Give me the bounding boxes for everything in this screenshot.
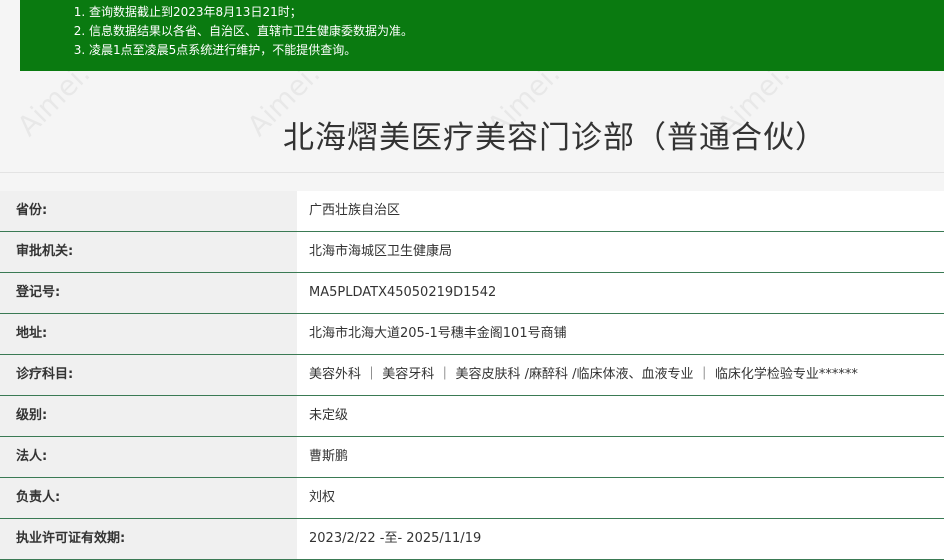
field-label: 级别: [0, 396, 297, 436]
field-value: 广西壮族自治区 [297, 191, 944, 231]
field-value: 2023/2/22 -至- 2025/11/19 [297, 519, 944, 559]
field-label: 执业许可证有效期: [0, 519, 297, 559]
row-registration-number: 登记号: MA5PLDATX45050219D1542 [0, 273, 944, 314]
row-treatment-departments: 诊疗科目: 美容外科 ｜ 美容牙科 ｜ 美容皮肤科 /麻醉科 /临床体液、血液专… [0, 355, 944, 396]
title-divider [0, 172, 944, 173]
notice-banner: 查询数据截止到2023年8月13日21时； 信息数据结果以各省、自治区、直辖市卫… [20, 0, 944, 71]
row-legal-person: 法人: 曹斯鹏 [0, 437, 944, 478]
field-label: 法人: [0, 437, 297, 477]
field-value: 北海市海城区卫生健康局 [297, 232, 944, 272]
field-label: 登记号: [0, 273, 297, 313]
row-province: 省份: 广西壮族自治区 [0, 191, 944, 232]
info-table: 省份: 广西壮族自治区 审批机关: 北海市海城区卫生健康局 登记号: MA5PL… [0, 191, 944, 560]
field-label: 地址: [0, 314, 297, 354]
row-level: 级别: 未定级 [0, 396, 944, 437]
field-value: 刘权 [297, 478, 944, 518]
field-label: 省份: [0, 191, 297, 231]
field-label: 负责人: [0, 478, 297, 518]
row-approval-authority: 审批机关: 北海市海城区卫生健康局 [0, 232, 944, 273]
row-license-validity: 执业许可证有效期: 2023/2/22 -至- 2025/11/19 [0, 519, 944, 560]
field-label: 诊疗科目: [0, 355, 297, 395]
page-title: 北海熠美医疗美容门诊部（普通合伙） [283, 120, 827, 156]
notice-item: 信息数据结果以各省、自治区、直辖市卫生健康委数据为准。 [89, 22, 944, 41]
field-value: 曹斯鹏 [297, 437, 944, 477]
field-value: 北海市北海大道205-1号穗丰金阁101号商铺 [297, 314, 944, 354]
field-value: 未定级 [297, 396, 944, 436]
field-value: MA5PLDATX45050219D1542 [297, 273, 944, 313]
row-person-in-charge: 负责人: 刘权 [0, 478, 944, 519]
notice-item: 凌晨1点至凌晨5点系统进行维护，不能提供查询。 [89, 41, 944, 60]
field-value: 美容外科 ｜ 美容牙科 ｜ 美容皮肤科 /麻醉科 /临床体液、血液专业 ｜ 临床… [297, 355, 944, 395]
field-label: 审批机关: [0, 232, 297, 272]
row-address: 地址: 北海市北海大道205-1号穗丰金阁101号商铺 [0, 314, 944, 355]
notice-list: 查询数据截止到2023年8月13日21时； 信息数据结果以各省、自治区、直辖市卫… [68, 3, 944, 60]
notice-item: 查询数据截止到2023年8月13日21时； [89, 3, 944, 22]
